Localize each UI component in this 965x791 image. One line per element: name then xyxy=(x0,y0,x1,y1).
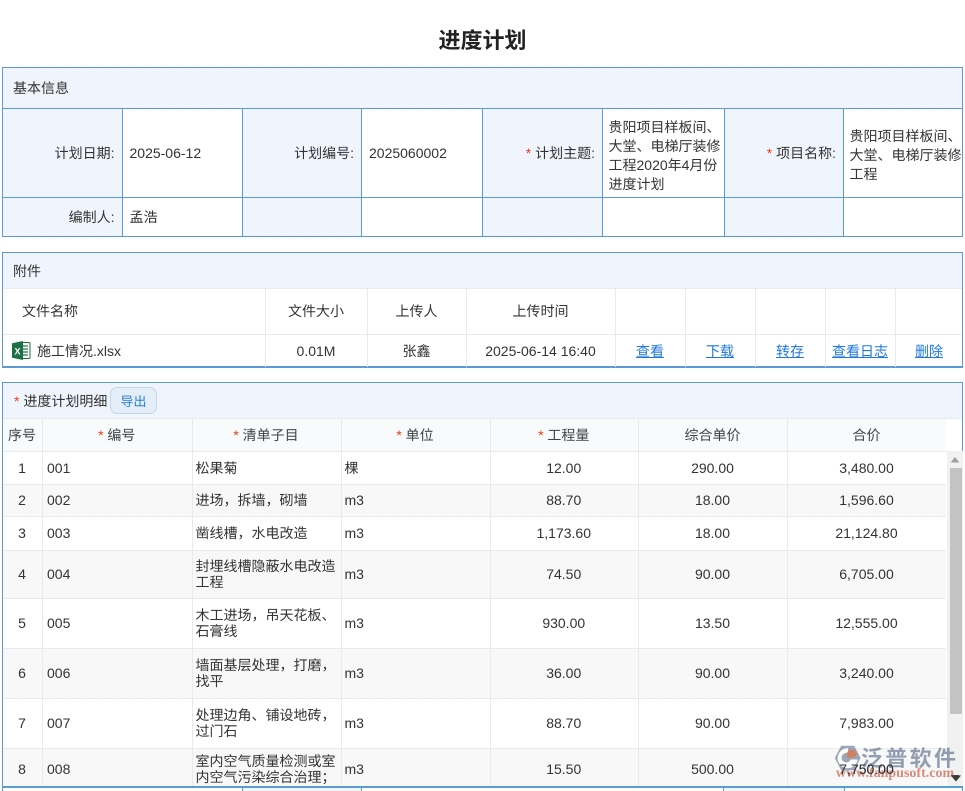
svg-text:X: X xyxy=(14,347,20,357)
